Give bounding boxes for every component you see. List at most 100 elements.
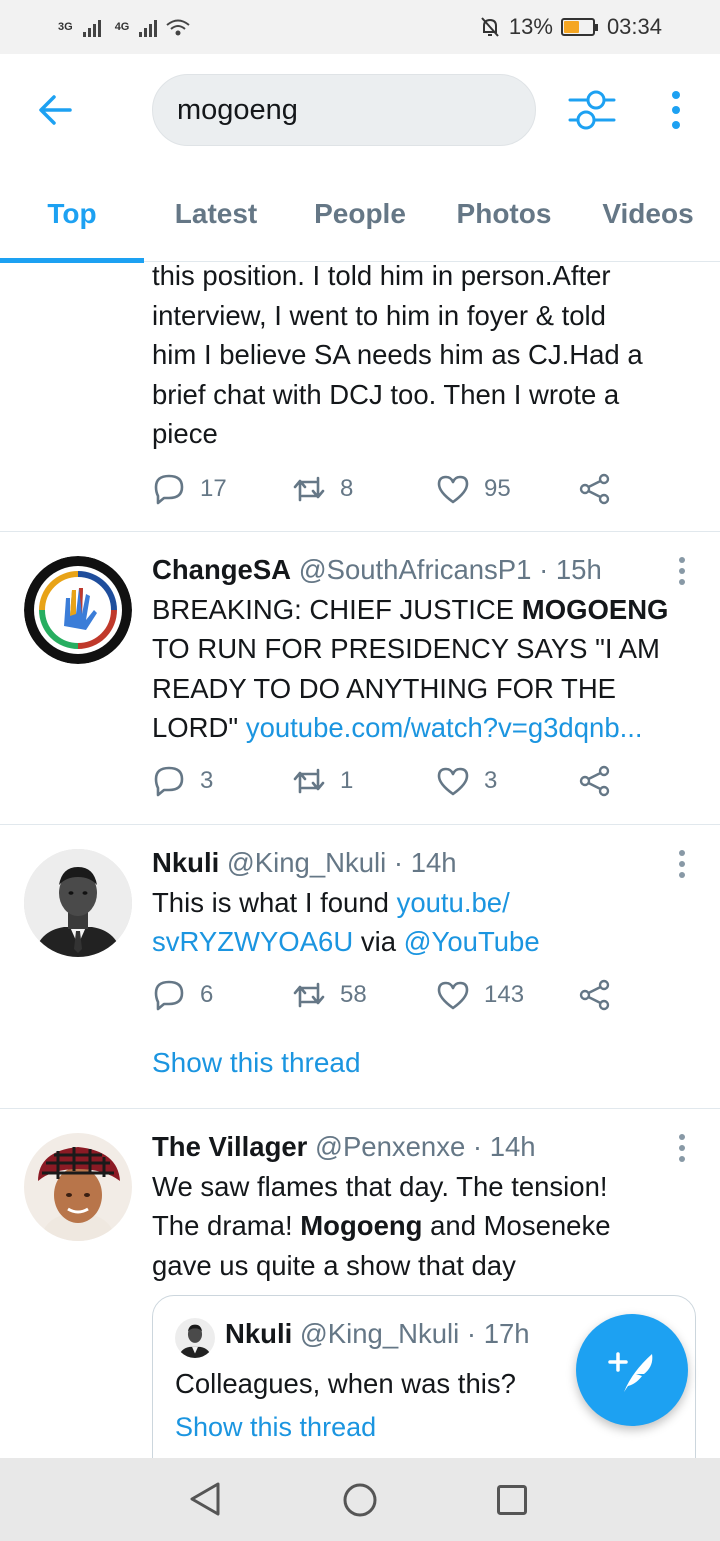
battery-percent: 13%	[508, 14, 553, 39]
changesa-logo-image	[24, 556, 132, 664]
tweet-text-line: piece	[152, 418, 218, 449]
network-4g-label: 4G	[114, 21, 130, 33]
avatar[interactable]	[24, 849, 132, 957]
search-term-highlight: MOGOENG	[521, 593, 669, 625]
tweet-text: This is what I found	[152, 886, 397, 918]
tweet-link[interactable]: svRYZWYOA6U	[152, 926, 353, 957]
more-options-icon[interactable]	[664, 88, 688, 132]
reply-button[interactable]: 3	[152, 764, 213, 798]
tweet-time: · 14h	[393, 847, 457, 878]
reply-button[interactable]: 6	[152, 978, 213, 1012]
like-button[interactable]: 3	[436, 764, 497, 798]
compose-tweet-button[interactable]	[576, 1314, 688, 1426]
heart-icon	[437, 981, 469, 1010]
wifi-icon	[166, 19, 191, 36]
tweet-content: Nkuli @King_Nkuli · 14h This is what I f…	[152, 843, 696, 962]
heart-icon	[437, 475, 469, 504]
tweet-more-icon[interactable]	[678, 1133, 686, 1163]
tweet-text: this position. I told him in person.Afte…	[152, 262, 696, 454]
tweet-content: The Villager @Penxenxe · 14h We saw flam…	[152, 1127, 696, 1285]
tweet[interactable]: this position. I told him in person.Afte…	[0, 262, 720, 532]
share-button[interactable]	[578, 978, 612, 1012]
search-input[interactable]: mogoeng	[152, 74, 536, 146]
tweet-link[interactable]: youtu.be/	[397, 887, 510, 918]
tweet-text-line: The drama! Mogoeng and Moseneke	[152, 1206, 696, 1246]
nav-back-icon[interactable]	[188, 1480, 222, 1518]
tab-latest[interactable]: Latest	[144, 186, 288, 262]
tweet-text: LORD"	[152, 712, 246, 743]
tab-photos[interactable]: Photos	[432, 186, 576, 262]
show-thread-link[interactable]: Show this thread	[152, 1047, 361, 1079]
tweet-more-icon[interactable]	[678, 556, 686, 586]
tweet-text-line: READY TO DO ANYTHING FOR THE	[152, 672, 617, 704]
retweet-count: 58	[340, 981, 367, 1008]
author-name[interactable]: ChangeSA	[152, 554, 291, 585]
avatar-photo	[175, 1318, 215, 1358]
quoted-header: Nkuli @King_Nkuli · 17h	[225, 1318, 530, 1350]
tweet-more-icon[interactable]	[678, 849, 686, 879]
retweet-button[interactable]: 1	[292, 764, 353, 798]
back-arrow-icon[interactable]	[36, 90, 76, 130]
tab-top[interactable]: Top	[0, 186, 144, 263]
reply-icon	[154, 474, 184, 505]
mute-bell-icon	[481, 17, 499, 37]
like-button[interactable]: 143	[436, 978, 524, 1012]
like-button[interactable]: 95	[436, 472, 511, 506]
compose-feather-icon	[608, 1352, 653, 1392]
retweet-count: 8	[340, 475, 354, 502]
tweet-text: via	[353, 926, 404, 957]
search-filter-icon[interactable]	[566, 86, 618, 134]
nav-home-icon[interactable]	[342, 1482, 378, 1518]
network-indicators: 3G 4G	[58, 17, 191, 37]
avatar[interactable]	[24, 556, 132, 664]
quoted-show-thread-link[interactable]: Show this thread	[175, 1412, 376, 1443]
tweet-text: BREAKING: CHIEF JUSTICE	[152, 593, 522, 625]
quoted-avatar	[175, 1318, 215, 1358]
share-icon	[579, 979, 610, 1011]
reply-button[interactable]: 17	[152, 472, 227, 506]
avatar[interactable]	[24, 1133, 132, 1241]
like-count: 95	[484, 475, 511, 502]
tweet-text-line: TO RUN FOR PRESIDENCY SAYS "I AM	[152, 633, 660, 664]
tweet-text-line: him I believe SA needs him as CJ.Had a	[152, 339, 643, 370]
nav-recents-icon[interactable]	[496, 1484, 528, 1516]
reply-count: 17	[200, 475, 227, 502]
tab-videos[interactable]: Videos	[576, 186, 720, 262]
retweet-button[interactable]: 58	[292, 978, 367, 1012]
author-handle: @Penxenxe	[315, 1131, 466, 1162]
author-name[interactable]: Nkuli	[152, 847, 219, 878]
quoted-text: Colleagues, when was this?	[175, 1368, 516, 1399]
quoted-author-name: Nkuli	[225, 1318, 293, 1349]
share-icon	[579, 765, 610, 797]
share-button[interactable]	[578, 472, 612, 506]
share-button[interactable]	[578, 764, 612, 798]
tweet-mention[interactable]: @YouTube	[404, 926, 540, 957]
author-handle: @SouthAfricansP1	[298, 554, 532, 585]
search-term-highlight: Mogoeng	[300, 1210, 423, 1241]
retweet-button[interactable]: 8	[292, 472, 353, 506]
search-query: mogoeng	[177, 93, 298, 126]
share-icon	[579, 473, 610, 505]
tweet[interactable]: Nkuli @King_Nkuli · 14h This is what I f…	[0, 825, 720, 1109]
tweet-link[interactable]: youtube.com/watch?v=g3dqnb...	[246, 712, 643, 743]
tweet-text-line: interview, I went to him in foyer & told	[152, 299, 606, 331]
tab-people[interactable]: People	[288, 186, 432, 262]
tweet-time: · 15h	[539, 554, 602, 585]
reply-icon	[154, 980, 184, 1011]
status-right: 13% 03:34	[479, 14, 662, 40]
avatar-photo	[24, 849, 132, 957]
tweet-actions: 17 8 95	[152, 472, 632, 512]
status-bar: 3G 4G 13% 03:34	[0, 0, 720, 54]
search-tabs: Top Latest People Photos Videos	[0, 186, 720, 263]
tweet-text-line: brief chat with DCJ too. Then I wrote a	[152, 378, 620, 410]
author-handle: @King_Nkuli	[226, 847, 387, 878]
retweet-count: 1	[340, 767, 354, 794]
tweet-text-line: BREAKING: CHIEF JUSTICE MOGOENG	[152, 590, 696, 630]
tweet-text-line: this position. I told him in person.Afte…	[152, 262, 611, 291]
tweet[interactable]: ChangeSA @SouthAfricansP1 · 15h BREAKING…	[0, 532, 720, 825]
heart-icon	[437, 767, 469, 796]
tweet-text: The drama!	[152, 1210, 301, 1241]
author-name[interactable]: The Villager	[152, 1131, 307, 1162]
like-count: 3	[484, 767, 498, 794]
battery-icon	[560, 18, 598, 36]
